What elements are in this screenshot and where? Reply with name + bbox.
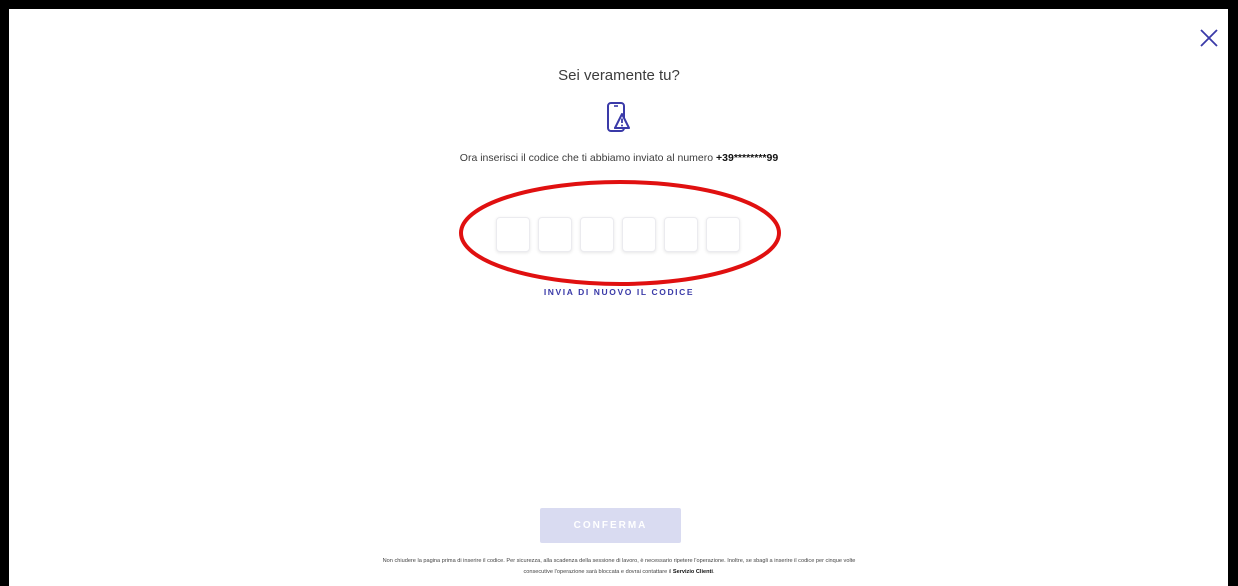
otp-digit-1[interactable] [496,217,530,252]
footer-line-2: consecutive l'operazione sarà bloccata e… [0,567,1238,578]
phone-alert-icon [607,102,630,132]
otp-digit-6[interactable] [706,217,740,252]
instruction-text: Ora inserisci il codice che ti abbiamo i… [0,152,1238,164]
footer-suffix: . [712,569,715,575]
footer-line-2-text: consecutive l'operazione sarà bloccata e… [523,569,672,575]
resend-code-link[interactable]: INVIA DI NUOVO IL CODICE [0,287,1238,297]
otp-digit-2[interactable] [538,217,572,252]
otp-digit-3[interactable] [580,217,614,252]
otp-digit-5[interactable] [664,217,698,252]
customer-service-link[interactable]: Servizio Clienti [673,569,713,575]
confirm-button[interactable]: CONFERMA [540,508,681,543]
verification-dialog [9,9,1228,586]
instruction-prefix: Ora inserisci il codice che ti abbiamo i… [459,152,714,164]
phone-number: +39********99 [716,152,779,164]
footer-note: Non chiudere la pagina prima di inserire… [0,556,1238,578]
dialog-title: Sei veramente tu? [558,67,680,84]
footer-line-1: Non chiudere la pagina prima di inserire… [382,558,856,564]
otp-digit-4[interactable] [622,217,656,252]
close-icon[interactable] [1198,27,1220,49]
